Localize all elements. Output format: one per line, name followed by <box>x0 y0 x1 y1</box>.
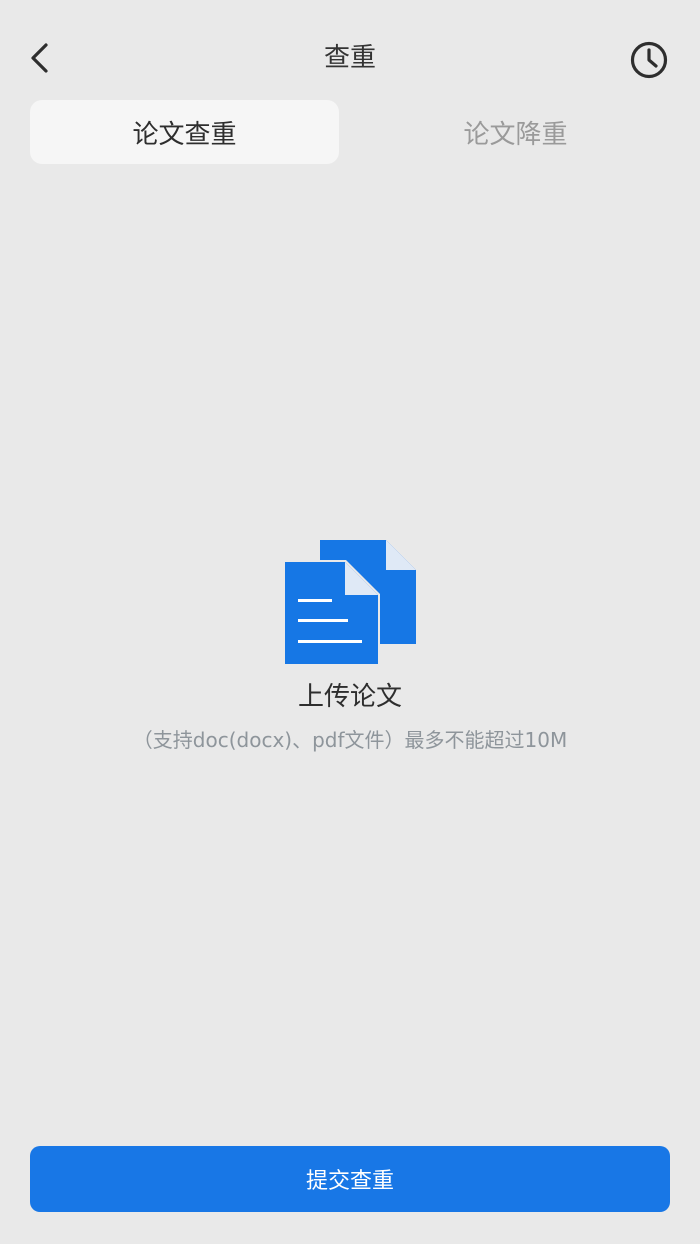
tab-paper-check[interactable]: 论文查重 <box>30 100 339 164</box>
history-button[interactable] <box>628 39 670 81</box>
clock-icon <box>630 41 668 79</box>
page-title: 查重 <box>323 43 376 73</box>
tab-paper-rewrite[interactable]: 论文降重 <box>361 100 670 164</box>
upload-hint: （支持doc(docx)、pdf文件）最多不能超过10M <box>132 728 568 752</box>
mode-tabs: 论文查重 论文降重 <box>30 100 670 164</box>
documents-icon <box>284 540 416 664</box>
top-bar: 查重 <box>0 0 700 100</box>
upload-paper-area[interactable]: 上传论文 （支持doc(docx)、pdf文件）最多不能超过10M <box>0 530 700 770</box>
submit-check-button[interactable]: 提交查重 <box>30 1146 670 1212</box>
upload-title: 上传论文 <box>297 682 402 712</box>
